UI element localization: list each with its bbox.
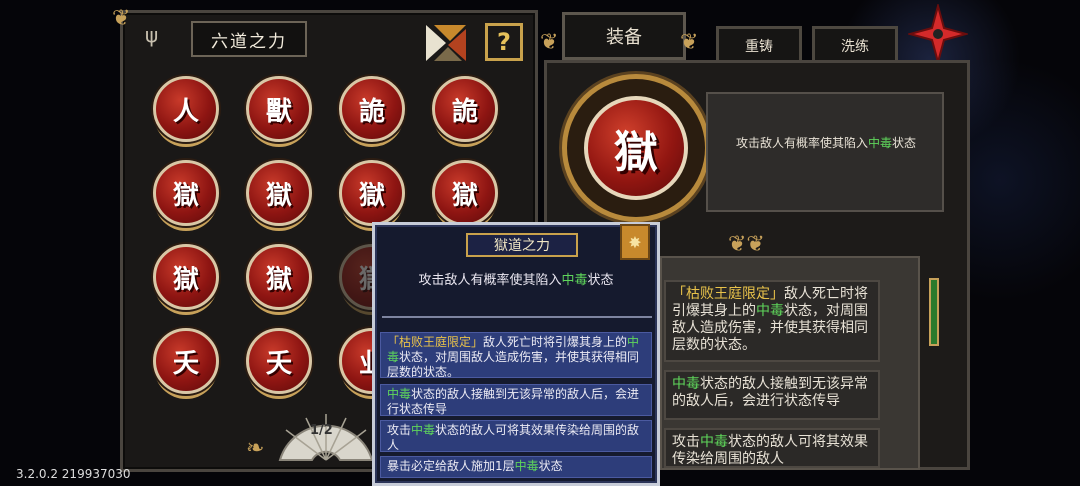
effect-entry: 「枯败王庭限定」敌人死亡时将引爆其身上的中毒状态，对周围敌人造成伤害，并使其获得… (664, 280, 880, 362)
power-orb[interactable]: 獄 (153, 160, 219, 226)
equipped-description: 攻击敌人有概率使其陷入中毒状态 (735, 136, 917, 150)
tooltip-title: 獄道之力 (466, 233, 578, 257)
shuriken-icon[interactable] (908, 4, 968, 64)
panel-title: 六道之力 (191, 21, 307, 57)
list-ornament-icon: ❦❦ (728, 232, 765, 257)
power-orb[interactable]: 獸 (246, 76, 312, 142)
orb-glyph: 獄 (172, 264, 199, 295)
version-label: 3.2.0.2 219937030 (16, 467, 131, 481)
effect-entry: 中毒状态的敌人接触到无该异常的敌人后，会进行状态传导 (664, 370, 880, 420)
power-orb[interactable]: 獄 (246, 160, 312, 226)
tooltip-divider (382, 316, 652, 324)
tooltip-entry: 攻击中毒状态的敌人可将其效果传染给周围的敌人 (380, 420, 652, 452)
power-orb[interactable]: 獄 (153, 244, 219, 310)
tangram-icon[interactable] (426, 25, 466, 61)
power-orb[interactable]: 獄 (432, 160, 498, 226)
tooltip-description: 攻击敌人有概率使其陷入中毒状态 (418, 273, 614, 288)
orb-glyph: 詭 (451, 96, 478, 127)
trident-icon: ψ (145, 23, 159, 47)
orb-glyph: 獄 (265, 180, 292, 211)
equipped-orb[interactable]: 獄 (584, 96, 688, 200)
effect-entry: 攻击中毒状态的敌人可将其效果传染给周围的敌人 (664, 428, 880, 468)
tooltip-entry: 中毒状态的敌人接触到无该异常的敌人后，会进行状态传导 (380, 384, 652, 416)
orb-glyph: 獸 (265, 96, 292, 127)
tab-equip[interactable]: 装备 (562, 12, 686, 60)
tooltip-entry: 「枯败王庭限定」敌人死亡时将引爆其身上的中毒状态，对周围敌人造成伤害，并使其获得… (380, 332, 652, 378)
orb-glyph: 獄 (451, 180, 478, 211)
orb-glyph: 詭 (358, 96, 385, 127)
orb-glyph: 獄 (358, 180, 385, 211)
equipped-desc-box (706, 92, 944, 212)
scrollbar-handle[interactable] (929, 278, 939, 346)
power-orb[interactable]: 夭 (246, 328, 312, 394)
orb-glyph: 人 (172, 96, 199, 127)
badge-icon: ✸ (620, 224, 650, 260)
tooltip-entry: 暴击必定给敌人施加1层中毒状态 (380, 456, 652, 478)
help-button[interactable]: ? (485, 23, 523, 61)
power-orb[interactable]: 詭 (432, 76, 498, 142)
orb-glyph: 獄 (265, 264, 292, 295)
power-orb[interactable]: 詭 (339, 76, 405, 142)
power-orb[interactable]: 獄 (246, 244, 312, 310)
orb-glyph: 夭 (172, 348, 199, 379)
tab-ornament-icon: ❦ (540, 30, 559, 55)
bottom-ornament-icon: ❧ (246, 436, 265, 461)
power-orb[interactable]: 獄 (339, 160, 405, 226)
tab-ornament-icon: ❦ (680, 30, 699, 55)
page-indicator: 1/2 (310, 423, 333, 438)
power-orb[interactable]: 人 (153, 76, 219, 142)
orb-glyph: 夭 (265, 348, 292, 379)
power-orb[interactable]: 夭 (153, 328, 219, 394)
corner-ornament-icon: ❦ (112, 6, 131, 31)
orb-glyph: 獄 (172, 180, 199, 211)
